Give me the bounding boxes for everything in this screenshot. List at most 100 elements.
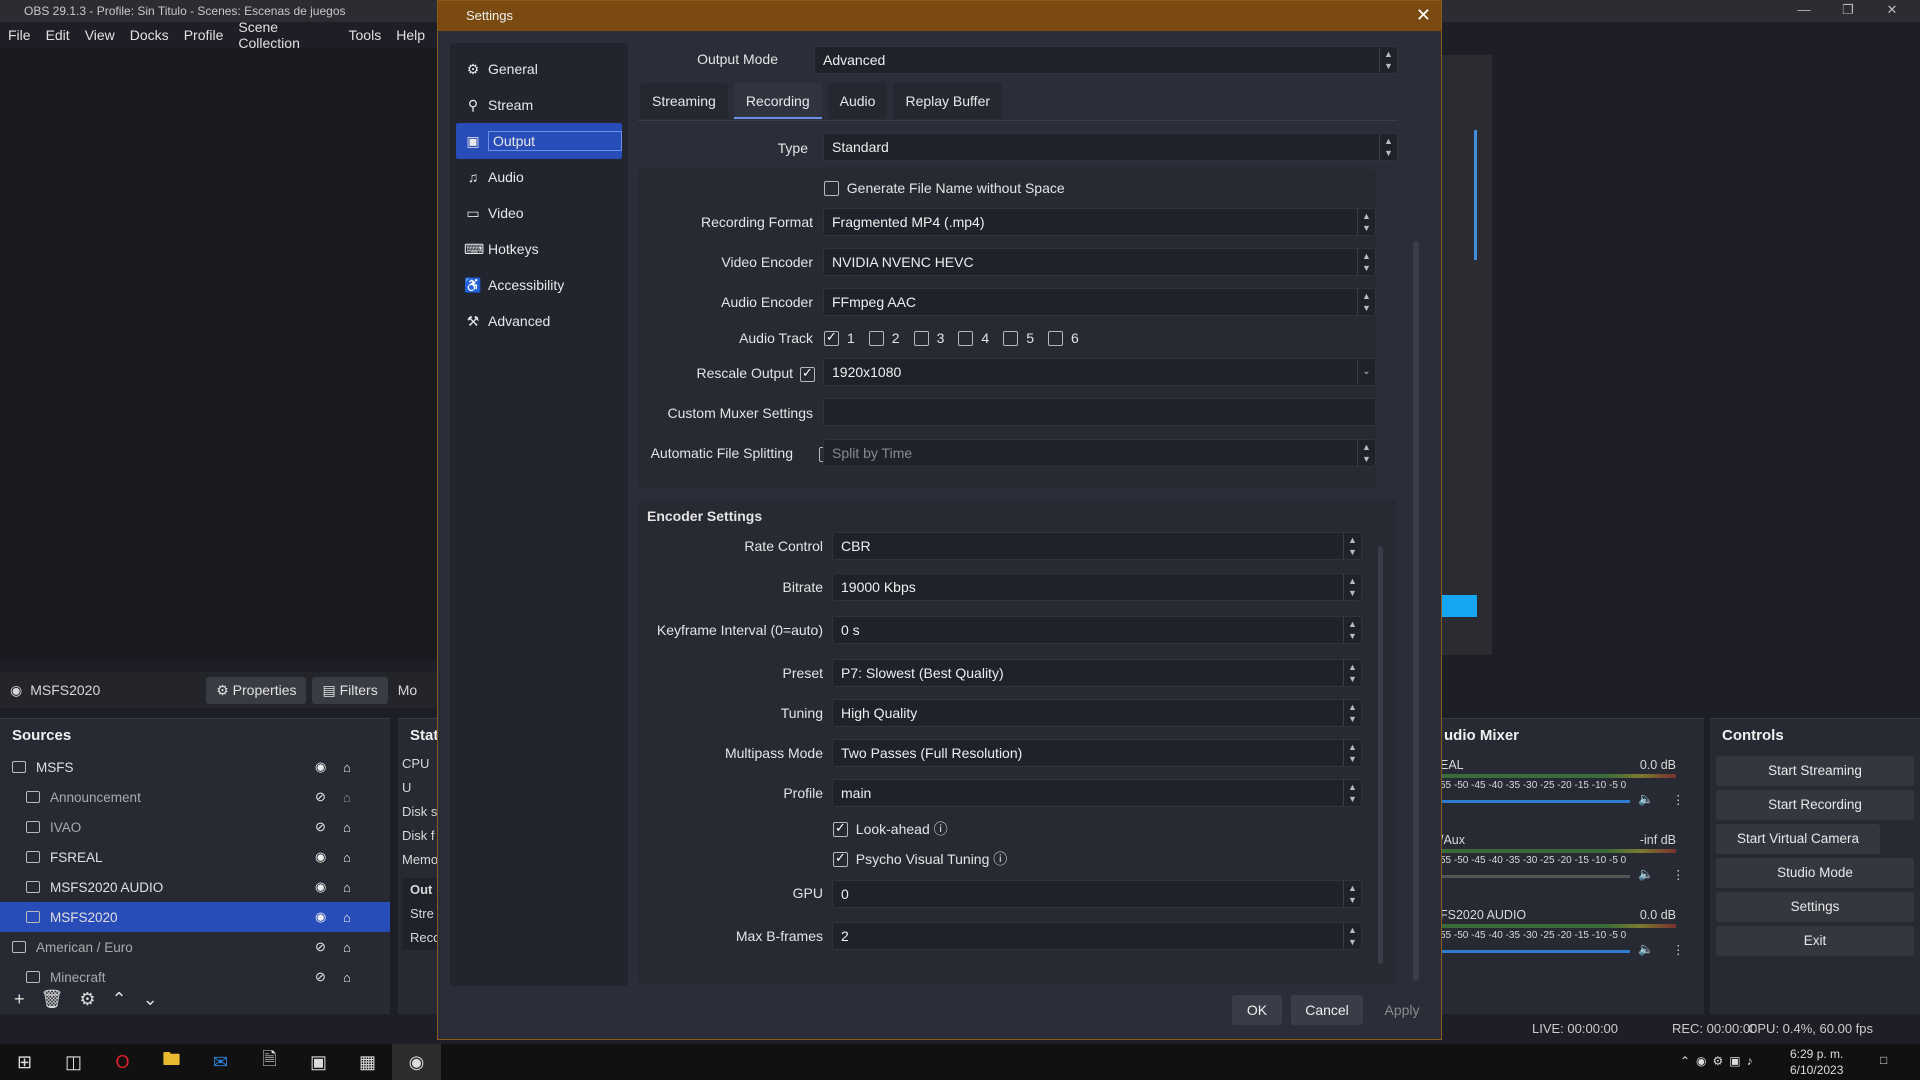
audio-encoder-select[interactable]: FFmpeg AAC ▲ ▼ [823,288,1376,316]
menu-scene-collection[interactable]: Scene Collection [238,19,333,51]
keyframe-spinbox[interactable]: 0 s ▲ ▼ [832,616,1362,644]
audio-track-3-checkbox[interactable]: 3 [913,330,944,347]
folder-icon[interactable]: 🖿 [147,1044,196,1080]
menu-docks[interactable]: Docks [130,27,169,43]
nav-item-advanced[interactable]: ⚒ Advanced [450,303,628,339]
start-streaming-button[interactable]: Start Streaming [1716,756,1914,786]
menu-file[interactable]: File [8,27,31,43]
source-item[interactable]: MSFS2020 ◉ ⌂ [0,902,390,932]
kebab-menu-icon[interactable]: ⋮ [1672,867,1685,882]
volume-slider[interactable] [1440,875,1630,878]
obs-icon[interactable]: ◉ [392,1044,441,1080]
eye-hidden-icon[interactable]: ⊘ [315,969,326,985]
cancel-button[interactable]: Cancel [1291,995,1363,1025]
minecraft-icon[interactable]: ▣ [294,1044,343,1080]
nav-item-output[interactable]: ▣ Output [456,123,622,159]
tab-recording[interactable]: Recording [733,83,822,119]
multipass-select[interactable]: Two Passes (Full Resolution) ▲ ▼ [832,739,1362,767]
filters-button[interactable]: ▤ Filters [312,676,388,704]
muted-speaker-icon[interactable]: 🔈 [1638,867,1654,882]
chevron-down-icon[interactable]: ⌄ [143,989,158,1010]
video-encoder-select[interactable]: NVIDIA NVENC HEVC ▲ ▼ [823,248,1376,276]
rescale-select[interactable]: 1920x1080 ⌄ [823,358,1376,386]
audio-track-2-checkbox[interactable]: 2 [868,330,900,347]
nav-item-stream[interactable]: ⚲ Stream [450,87,628,123]
file-icon[interactable]: 🗎 [245,1044,294,1080]
bframes-spinbox[interactable]: 2 ▲ ▼ [832,922,1362,950]
lock-icon[interactable]: ⌂ [343,970,351,985]
lock-icon[interactable]: ⌂ [343,790,351,805]
tuning-select[interactable]: High Quality ▲ ▼ [832,699,1362,727]
rescale-checkbox[interactable] [800,365,815,382]
eye-hidden-icon[interactable]: ⊘ [315,939,326,955]
nav-item-audio[interactable]: ♫ Audio [450,159,628,195]
eye-icon[interactable]: ◉ [315,879,326,895]
lookahead-checkbox[interactable]: Look-ahead ⓘ [833,819,948,839]
close-icon[interactable]: ✕ [1416,5,1431,26]
mail-icon[interactable]: ✉ [196,1044,245,1080]
speaker-icon[interactable]: 🔈 [1638,942,1654,957]
studio-mode-button[interactable]: Studio Mode [1716,858,1914,888]
tab-streaming[interactable]: Streaming [640,83,728,119]
kebab-menu-icon[interactable]: ⋮ [1672,792,1685,807]
menu-help[interactable]: Help [396,27,425,43]
speaker-icon[interactable]: 🔈 [1638,792,1654,807]
audio-track-4-checkbox[interactable]: 4 [958,330,989,347]
tab-audio[interactable]: Audio [827,83,888,119]
notification-icon[interactable]: □ [1880,1053,1887,1067]
lock-icon[interactable]: ⌂ [343,850,351,865]
menu-profile[interactable]: Profile [184,27,224,43]
start-virtual-camera-button[interactable]: Start Virtual Camera [1716,824,1880,854]
gear-icon[interactable]: ⚙ [79,989,95,1010]
lock-icon[interactable]: ⌂ [343,940,351,955]
lock-icon[interactable]: ⌂ [343,910,351,925]
eye-icon[interactable]: ◉ [315,759,326,775]
close-window-icon[interactable]: ✕ [1874,0,1910,22]
settings-scrollbar[interactable] [1413,241,1419,981]
kebab-menu-icon[interactable]: ⋮ [1672,942,1685,957]
menu-tools[interactable]: Tools [349,27,382,43]
tab-replay-buffer[interactable]: Replay Buffer [893,83,1003,119]
help-icon[interactable]: ⓘ [989,851,1007,867]
start-recording-button[interactable]: Start Recording [1716,790,1914,820]
profile-select[interactable]: main ▲ ▼ [832,779,1362,807]
psycho-visual-checkbox[interactable]: Psycho Visual Tuning ⓘ [833,849,1007,869]
source-item[interactable]: MSFS ◉ ⌂ [0,752,390,782]
properties-button[interactable]: ⚙ Properties [206,676,307,704]
volume-slider[interactable] [1440,800,1630,803]
help-icon[interactable]: ⓘ [930,821,948,837]
eye-hidden-icon[interactable]: ⊘ [315,789,326,805]
gpu-spinbox[interactable]: 0 ▲ ▼ [832,880,1362,908]
nav-item-video[interactable]: ▭ Video [450,195,628,231]
menu-edit[interactable]: Edit [46,27,70,43]
ok-button[interactable]: OK [1232,995,1282,1025]
audio-track-1-checkbox[interactable]: 1 [824,329,855,347]
split-select[interactable]: Split by Time ▲ ▼ [823,439,1376,467]
source-item[interactable]: FSREAL ◉ ⌂ [0,842,390,872]
source-item[interactable]: MSFS2020 AUDIO ◉ ⌂ [0,872,390,902]
eye-icon[interactable]: ◉ [315,909,326,925]
exit-button[interactable]: Exit [1716,926,1914,956]
rate-control-select[interactable]: CBR ▲ ▼ [832,532,1362,560]
more-button[interactable]: Mo [398,682,417,698]
nav-item-hotkeys[interactable]: ⌨ Hotkeys [450,231,628,267]
bitrate-spinbox[interactable]: 19000 Kbps ▲ ▼ [832,573,1362,601]
type-select[interactable]: Standard ▲ ▼ [823,133,1398,161]
apply-button[interactable]: Apply [1372,995,1432,1025]
rec-format-select[interactable]: Fragmented MP4 (.mp4) ▲ ▼ [823,208,1376,236]
sim-app-icon[interactable]: ▦ [343,1044,392,1080]
gen-filename-checkbox[interactable]: Generate File Name without Space [824,180,1065,197]
eye-icon[interactable]: ◉ [315,849,326,865]
lock-icon[interactable]: ⌂ [343,820,351,835]
windows-start-icon[interactable]: ⊞ [0,1044,49,1080]
encoder-scrollbar[interactable] [1378,546,1383,964]
source-item[interactable]: IVAO ⊘ ⌂ [0,812,390,842]
settings-button[interactable]: Settings [1716,892,1914,922]
nav-item-general[interactable]: ⚙ General [450,51,628,87]
output-mode-select[interactable]: Advanced ▲ ▼ [814,46,1398,74]
audio-track-5-checkbox[interactable]: 5 [1003,330,1034,347]
trash-icon[interactable]: 🗑 [41,989,64,1010]
tray-icons[interactable]: ⌃◉⚙▣♪ [1680,1054,1759,1068]
source-item[interactable]: Announcement ⊘ ⌂ [0,782,390,812]
opera-icon[interactable]: O [98,1044,147,1080]
